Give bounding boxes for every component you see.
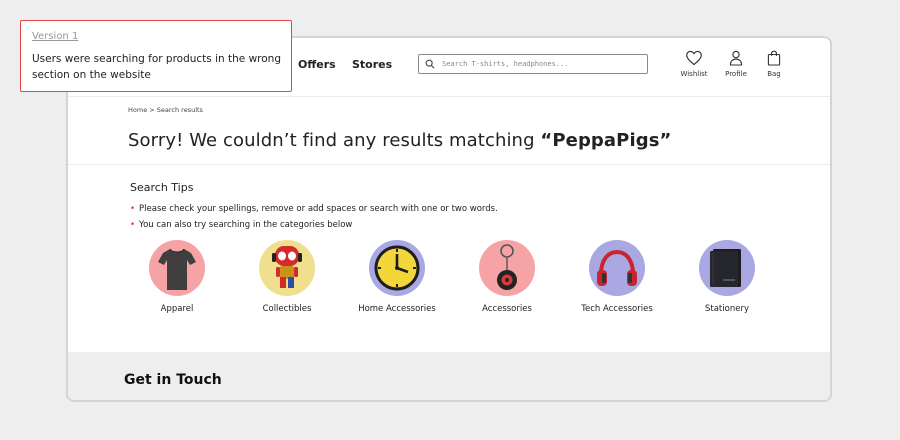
category-label: Stationery bbox=[705, 304, 749, 314]
category-label: Tech Accessories bbox=[581, 304, 653, 314]
tip-text: You can also try searching in the catego… bbox=[139, 220, 353, 230]
clock-icon bbox=[374, 245, 420, 291]
breadcrumb[interactable]: Home > Search results bbox=[128, 106, 203, 114]
search-input[interactable] bbox=[440, 56, 644, 72]
search-tip-2: • You can also try searching in the categ… bbox=[130, 220, 352, 230]
category-label: Accessories bbox=[482, 304, 532, 314]
category-image bbox=[589, 240, 645, 296]
user-icon bbox=[729, 50, 743, 66]
keychain-icon bbox=[497, 244, 517, 290]
category-apparel[interactable]: Apparel bbox=[122, 240, 232, 314]
notebook-icon bbox=[710, 249, 741, 287]
social-icon[interactable] bbox=[630, 400, 644, 402]
no-results-title: Sorry! We couldn’t find any results matc… bbox=[128, 130, 671, 151]
category-image bbox=[699, 240, 755, 296]
wishlist-label: Wishlist bbox=[680, 70, 708, 78]
category-image bbox=[259, 240, 315, 296]
category-tech-accessories[interactable]: Tech Accessories bbox=[562, 240, 672, 314]
category-image bbox=[369, 240, 425, 296]
annotation-card: Version 1 Users were searching for produ… bbox=[20, 20, 292, 92]
category-image bbox=[149, 240, 205, 296]
search-tips-heading: Search Tips bbox=[130, 181, 194, 194]
wishlist-button[interactable]: Wishlist bbox=[674, 50, 714, 78]
bag-label: Bag bbox=[767, 70, 781, 78]
social-icon[interactable] bbox=[694, 400, 708, 402]
category-home-accessories[interactable]: Home Accessories bbox=[342, 240, 452, 314]
figurine-icon bbox=[272, 246, 302, 288]
nav-offers[interactable]: Offers bbox=[298, 58, 336, 71]
headphones-icon bbox=[597, 249, 637, 286]
bullet-icon: • bbox=[130, 204, 136, 214]
heart-icon bbox=[686, 50, 702, 66]
category-image bbox=[479, 240, 535, 296]
category-collectibles[interactable]: Collectibles bbox=[232, 240, 342, 314]
bag-button[interactable]: Bag bbox=[754, 50, 794, 78]
divider bbox=[68, 164, 830, 165]
profile-button[interactable]: Profile bbox=[716, 50, 756, 78]
search-query: “PeppaPigs” bbox=[540, 130, 672, 151]
category-stationery[interactable]: Stationery bbox=[672, 240, 782, 314]
footer-title: Get in Touch bbox=[124, 372, 222, 388]
social-icon[interactable] bbox=[758, 400, 772, 402]
footer: Get in Touch bbox=[68, 352, 830, 400]
category-accessories[interactable]: Accessories bbox=[452, 240, 562, 314]
social-icon[interactable] bbox=[598, 400, 612, 402]
category-label: Collectibles bbox=[262, 304, 312, 314]
profile-label: Profile bbox=[725, 70, 747, 78]
t-shirt-icon bbox=[158, 248, 196, 290]
nav-stores[interactable]: Stores bbox=[352, 58, 392, 71]
category-label: Home Accessories bbox=[358, 304, 436, 314]
category-label: Apparel bbox=[160, 304, 194, 314]
tip-text: Please check your spellings, remove or a… bbox=[139, 204, 498, 214]
no-results-text: Sorry! We couldn’t find any results matc… bbox=[128, 130, 541, 151]
annotation-version[interactable]: Version 1 bbox=[32, 31, 78, 42]
annotation-note: Users were searching for products in the… bbox=[32, 53, 281, 81]
search-icon bbox=[425, 59, 435, 69]
search-tip-1: • Please check your spellings, remove or … bbox=[130, 204, 498, 214]
social-icon[interactable] bbox=[726, 400, 740, 402]
shopping-bag-icon bbox=[767, 50, 781, 66]
bullet-icon: • bbox=[130, 220, 136, 230]
social-icon[interactable] bbox=[662, 400, 676, 402]
search-bar[interactable] bbox=[418, 54, 648, 74]
